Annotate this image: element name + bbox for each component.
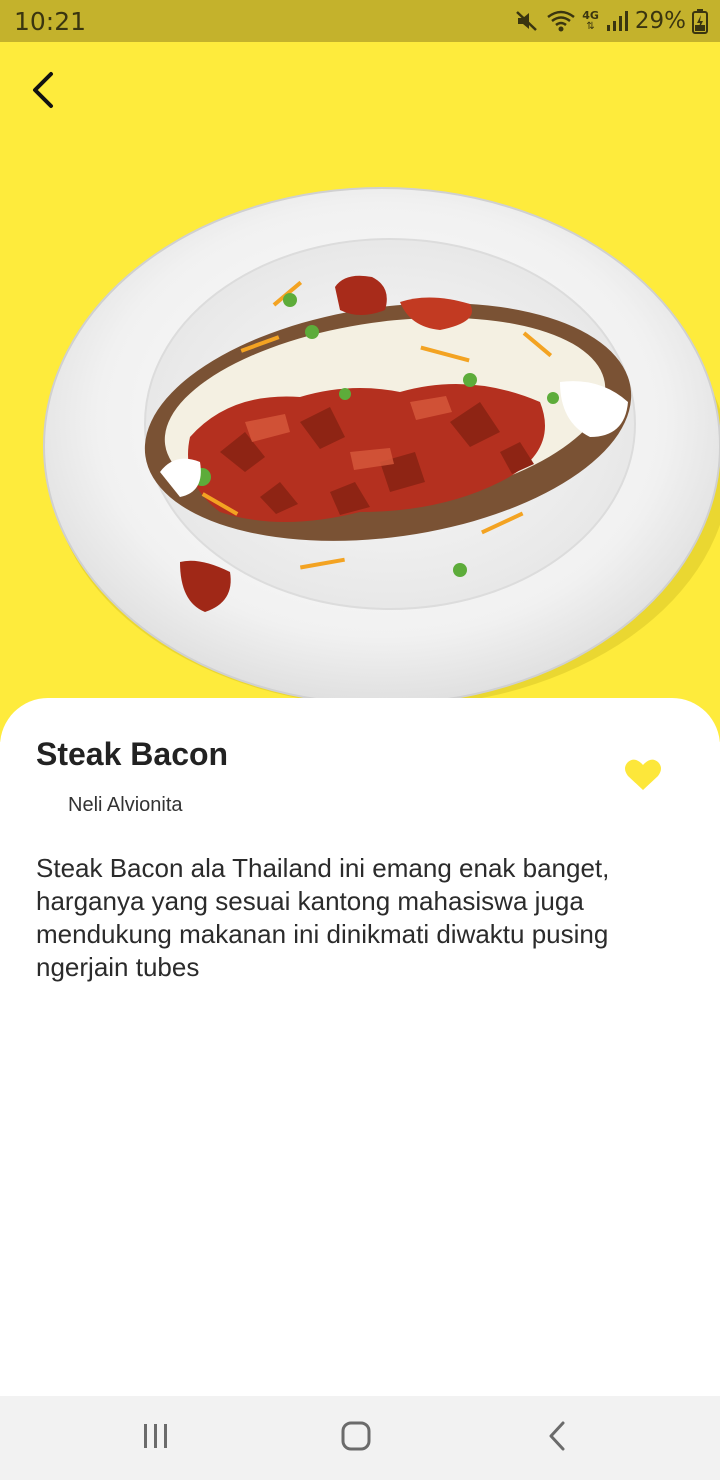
back-icon [547,1420,569,1457]
back-button[interactable] [18,68,66,116]
signal-icon [605,9,629,33]
status-icons: 4G ⇅ 29% [514,8,708,34]
status-time: 10:21 [14,6,87,36]
recipe-title: Steak Bacon [36,736,229,772]
system-back-button[interactable] [528,1416,588,1460]
heart-icon [620,759,662,796]
home-icon [340,1420,372,1457]
home-button[interactable] [326,1416,386,1460]
back-arrow-icon [29,70,55,115]
recents-button[interactable] [126,1416,186,1460]
recipe-detail-card: Steak Bacon Neli Alvionita Steak Bacon a… [0,698,720,1396]
battery-charging-icon [692,8,708,34]
network-4g-icon: 4G ⇅ [582,9,599,32]
status-bar: 10:21 4G ⇅ 29% [0,0,720,42]
battery-percent: 29% [634,8,686,34]
wifi-icon [546,9,576,33]
mute-icon [514,9,540,33]
favorite-button[interactable] [620,754,666,796]
recipe-description: Steak Bacon ala Thailand ini emang enak … [36,853,610,982]
food-image [43,187,720,707]
system-nav-bar [0,1396,720,1480]
author-name: Neli Alvionita [68,794,183,816]
network-label: 4G [582,9,599,22]
hero-banner [0,42,720,742]
recents-icon [141,1422,171,1455]
